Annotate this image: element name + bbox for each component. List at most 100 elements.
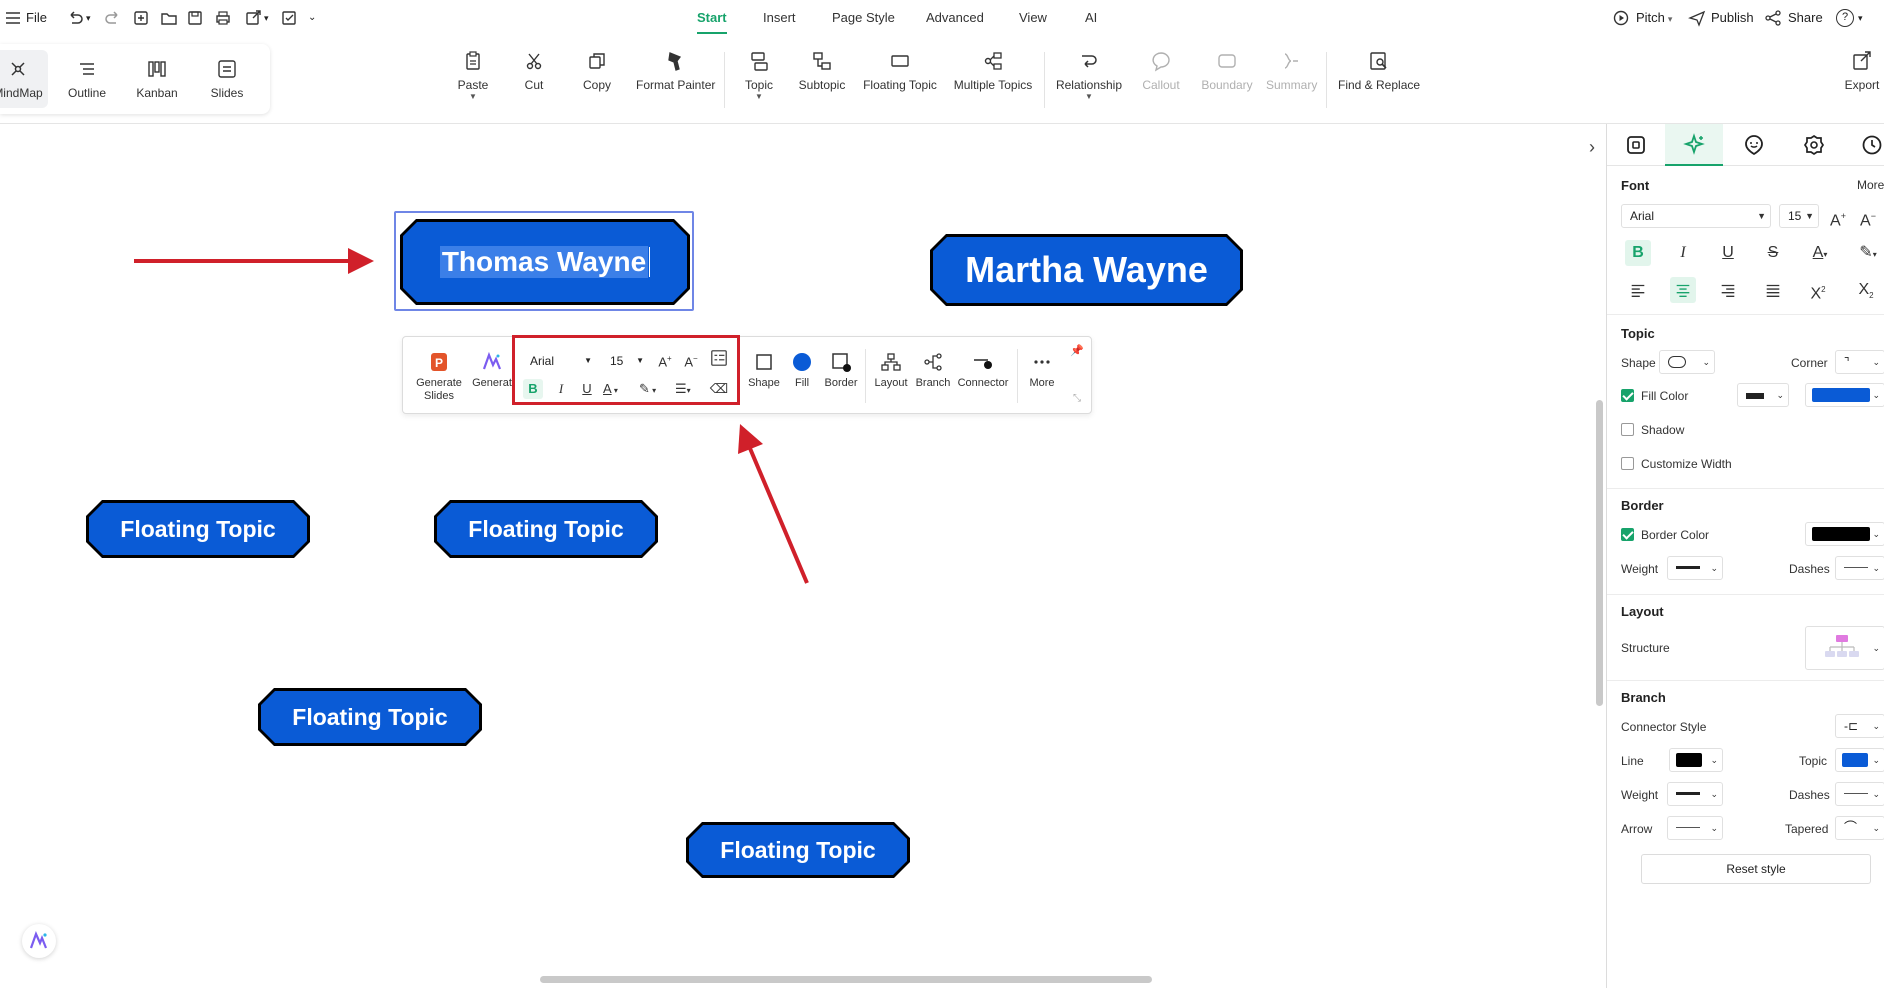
collapse-panel-icon[interactable]: › — [1582, 130, 1602, 164]
generate-ai-button[interactable]: Generat — [471, 351, 513, 390]
topic-text-selected[interactable]: Thomas Wayne — [440, 246, 648, 278]
ai-assistant-button[interactable] — [22, 924, 56, 958]
panel-italic-icon[interactable]: I — [1670, 240, 1696, 266]
border-button[interactable]: Border — [821, 351, 861, 390]
fill-style-select[interactable]: ⌄ — [1737, 383, 1789, 407]
relationship-button[interactable]: Relationship ▼ — [1054, 50, 1124, 101]
tab-view[interactable]: View — [1019, 0, 1047, 34]
boundary-button[interactable]: Boundary — [1200, 50, 1254, 92]
panel-increase-font-icon[interactable]: A+ — [1825, 203, 1851, 229]
multiple-topics-button[interactable]: Multiple Topics — [952, 50, 1034, 92]
tab-ai[interactable]: AI — [1085, 0, 1097, 34]
arrow-select[interactable]: ⌄ — [1667, 816, 1723, 840]
subscript-icon[interactable]: X2 — [1853, 277, 1879, 303]
cut-button[interactable]: Cut — [516, 50, 552, 92]
align-left-icon[interactable] — [1625, 277, 1651, 303]
border-color-picker[interactable]: ⌄ — [1805, 522, 1884, 546]
shadow-checkbox[interactable] — [1621, 423, 1634, 436]
superscript-icon[interactable]: X2 — [1805, 277, 1831, 303]
panel-decrease-font-icon[interactable]: A− — [1855, 203, 1881, 229]
line-color-picker[interactable]: ⌄ — [1669, 748, 1723, 772]
task-check-icon[interactable] — [280, 9, 298, 27]
generate-slides-button[interactable]: P Generate Slides — [411, 351, 467, 403]
tapered-select[interactable]: ⌒ ⌄ — [1835, 816, 1884, 840]
panel-underline-icon[interactable]: U — [1715, 240, 1741, 266]
branch-weight-select[interactable]: ⌄ — [1667, 782, 1723, 806]
view-mindmap[interactable]: MindMap — [0, 50, 48, 108]
file-menu[interactable]: File — [26, 0, 47, 36]
font-more-link[interactable]: More — [1857, 178, 1884, 192]
tab-icons[interactable] — [1725, 124, 1783, 166]
border-weight-select[interactable]: ⌄ — [1667, 556, 1723, 580]
new-file-icon[interactable] — [132, 9, 150, 27]
panel-font-size-select[interactable]: 15 ▼ — [1779, 204, 1819, 228]
format-painter-button[interactable]: Format Painter — [636, 50, 715, 92]
connector-button[interactable]: Connector — [955, 351, 1011, 390]
export-share-icon[interactable] — [244, 9, 262, 27]
justify-icon[interactable] — [1760, 277, 1786, 303]
customize-width-checkbox[interactable] — [1621, 457, 1634, 470]
undo-icon[interactable] — [66, 9, 84, 27]
panel-font-family-select[interactable]: Arial ▼ — [1621, 204, 1771, 228]
topic-martha-wayne[interactable]: Martha Wayne — [930, 234, 1243, 306]
copy-button[interactable]: Copy — [578, 50, 616, 92]
pitch-button[interactable]: Pitch ▾ — [1636, 0, 1672, 36]
align-center-icon[interactable] — [1670, 277, 1696, 303]
border-dashes-select[interactable]: ⌄ — [1835, 556, 1884, 580]
relationship-dropdown-icon[interactable]: ▼ — [1054, 93, 1124, 101]
customize-toolbar-icon[interactable]: ⌄ — [308, 0, 316, 36]
border-color-checkbox[interactable] — [1621, 528, 1634, 541]
help-icon[interactable]: ? — [1836, 9, 1854, 27]
undo-dropdown-icon[interactable]: ▾ — [86, 0, 91, 36]
topic-dropdown-icon[interactable]: ▼ — [740, 93, 778, 101]
reset-style-button[interactable]: Reset style — [1641, 854, 1871, 884]
save-icon[interactable] — [186, 9, 204, 27]
view-outline[interactable]: Outline — [57, 50, 117, 108]
topic-button[interactable]: Topic ▼ — [740, 50, 778, 101]
shape-button[interactable]: Shape — [747, 351, 781, 390]
publish-button[interactable]: Publish — [1711, 0, 1754, 36]
subtopic-button[interactable]: Subtopic — [796, 50, 848, 92]
panel-font-color-icon[interactable]: A▾ — [1805, 240, 1835, 266]
export-button[interactable]: Export — [1842, 50, 1882, 92]
panel-strikethrough-icon[interactable]: S — [1760, 240, 1786, 266]
floating-topic-button[interactable]: Floating Topic — [862, 50, 938, 92]
branch-topic-color-picker[interactable]: ⌄ — [1835, 748, 1884, 772]
open-folder-icon[interactable] — [160, 9, 178, 27]
callout-button[interactable]: Callout — [1140, 50, 1182, 92]
shape-select[interactable]: ⌄ — [1659, 350, 1715, 374]
paste-button[interactable]: Paste ▼ — [452, 50, 494, 101]
mindmap-canvas[interactable]: Thomas Wayne Martha Wayne P Generate Sli… — [0, 124, 1606, 988]
panel-highlight-icon[interactable]: ✎▾ — [1853, 240, 1883, 266]
tab-page-style[interactable]: Page Style — [832, 0, 895, 34]
tab-page-format[interactable] — [1607, 124, 1665, 166]
summary-button[interactable]: Summary — [1266, 50, 1317, 92]
tab-advanced[interactable]: Advanced — [926, 0, 984, 34]
paste-dropdown-icon[interactable]: ▼ — [452, 93, 494, 101]
fill-button[interactable]: Fill — [787, 351, 817, 390]
fill-color-picker[interactable]: ⌄ — [1805, 383, 1884, 407]
tab-history[interactable] — [1843, 124, 1884, 166]
layout-button[interactable]: Layout — [871, 351, 911, 390]
horizontal-scrollbar[interactable] — [540, 976, 1152, 983]
share-button[interactable]: Share — [1788, 0, 1823, 36]
floating-topic-2[interactable]: Floating Topic — [434, 500, 658, 558]
vertical-scrollbar[interactable] — [1596, 400, 1603, 706]
tab-theme[interactable] — [1785, 124, 1843, 166]
collapse-toolbar-icon[interactable]: ⤡ — [1067, 389, 1087, 409]
tab-start[interactable]: Start — [697, 0, 727, 34]
print-icon[interactable] — [214, 9, 232, 27]
view-slides[interactable]: Slides — [197, 50, 257, 108]
branch-dashes-select[interactable]: ⌄ — [1835, 782, 1884, 806]
tab-style[interactable] — [1665, 124, 1723, 166]
fill-color-checkbox[interactable] — [1621, 389, 1634, 402]
export-dropdown-icon[interactable]: ▾ — [264, 0, 269, 36]
align-right-icon[interactable] — [1715, 277, 1741, 303]
floating-topic-4[interactable]: Floating Topic — [686, 822, 910, 878]
connector-style-select[interactable]: -⊏ ⌄ — [1835, 714, 1884, 738]
floating-topic-3[interactable]: Floating Topic — [258, 688, 482, 746]
help-dropdown-icon[interactable]: ▾ — [1858, 0, 1863, 36]
hamburger-menu-icon[interactable] — [4, 9, 22, 27]
more-button[interactable]: More — [1023, 351, 1061, 390]
branch-button[interactable]: Branch — [913, 351, 953, 390]
